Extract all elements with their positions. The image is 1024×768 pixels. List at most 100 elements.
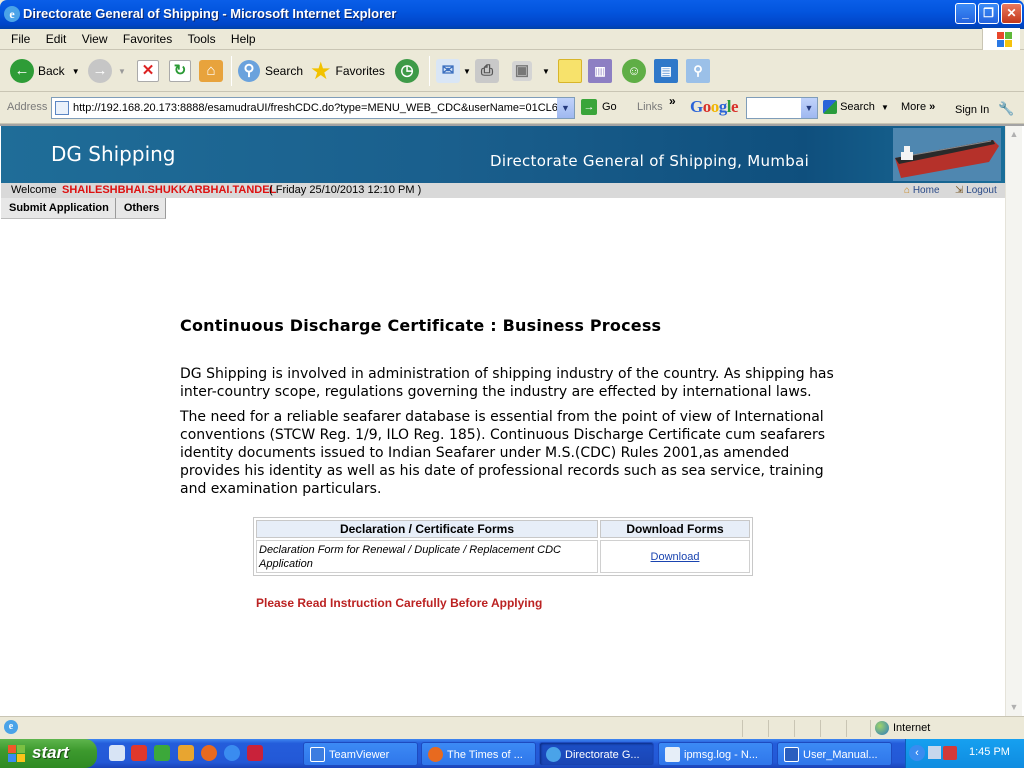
scroll-down-icon[interactable]: ▼ — [1006, 699, 1022, 716]
task-teamviewer[interactable]: TeamViewer — [303, 742, 418, 766]
refresh-button[interactable]: ↻ — [169, 58, 191, 84]
discuss-button[interactable] — [558, 58, 582, 84]
google-search-dropdown-arrow[interactable]: ▼ — [881, 103, 889, 112]
nav-others[interactable]: Others — [115, 198, 167, 219]
status-page-icon: e — [4, 720, 18, 734]
status-bar: e Internet — [0, 716, 1024, 739]
magnifier-icon: ⚲ — [686, 59, 710, 83]
start-button[interactable]: start — [0, 739, 97, 768]
page-viewport[interactable]: DG Shipping Directorate General of Shipp… — [0, 124, 1024, 716]
print-button[interactable]: ⎙ — [475, 58, 499, 84]
stop-button[interactable]: ✕ — [137, 58, 159, 84]
favorites-label: Favorites — [335, 64, 385, 78]
firefox-icon[interactable] — [201, 745, 217, 761]
show-desktop-icon[interactable] — [109, 745, 125, 761]
mail-dropdown-icon[interactable]: ▼ — [463, 67, 471, 76]
ship-image — [893, 128, 1001, 181]
google-logo: Google — [690, 97, 739, 116]
address-dropdown-icon[interactable]: ▼ — [557, 98, 574, 118]
favorites-button[interactable]: ★ Favorites — [310, 58, 385, 85]
research-icon: ▥ — [588, 59, 612, 83]
home-icon: ⌂ — [199, 60, 223, 82]
tray-expand-icon[interactable]: ‹ — [909, 745, 925, 761]
messenger-button[interactable]: ☺ — [622, 58, 646, 84]
address-input[interactable]: http://192.168.20.173:8888/esamudraUI/fr… — [51, 97, 575, 119]
logout-icon: ⇲ — [955, 185, 964, 196]
menu-view[interactable]: View — [76, 29, 114, 46]
google-search-button[interactable]: Search ▼ — [823, 100, 889, 114]
quicklaunch-app-icon[interactable] — [131, 745, 147, 761]
maximize-button[interactable]: ❐ — [978, 3, 999, 24]
search-button[interactable]: ⚲ Search — [238, 58, 303, 84]
home-link-icon: ⌂ — [904, 185, 911, 196]
wrench-icon[interactable]: 🔧 — [998, 101, 1014, 116]
download-link[interactable]: Download — [651, 551, 700, 563]
back-label: Back — [38, 64, 65, 78]
minimize-button[interactable]: _ — [955, 3, 976, 24]
home-link[interactable]: ⌂ Home — [904, 183, 940, 198]
media-button[interactable]: ▤ — [654, 58, 678, 84]
close-button[interactable]: ✕ — [1001, 3, 1022, 24]
forward-dropdown-icon[interactable]: ▼ — [118, 67, 126, 76]
window-titlebar[interactable]: e Directorate General of Shipping - Micr… — [0, 0, 1024, 29]
tray-app-icon[interactable] — [943, 746, 957, 760]
nav-submit-application[interactable]: Submit Application — [1, 198, 116, 219]
task-ipmsg-log[interactable]: ipmsg.log - N... — [658, 742, 773, 766]
vertical-scrollbar[interactable]: ▲ ▼ — [1005, 126, 1022, 716]
page-heading: Continuous Discharge Certificate : Busin… — [180, 316, 662, 335]
site-nav: Submit Application Others — [1, 198, 167, 219]
go-arrow-icon: → — [581, 99, 597, 115]
links-button[interactable]: Links — [637, 101, 663, 113]
network-icon[interactable] — [928, 746, 941, 759]
forward-button[interactable]: → ▼ — [88, 58, 126, 84]
back-button[interactable]: ← Back ▼ — [10, 58, 80, 84]
quicklaunch-app4-icon[interactable] — [247, 745, 263, 761]
page-icon — [55, 101, 69, 115]
menu-favorites[interactable]: Favorites — [117, 29, 178, 46]
menu-tools[interactable]: Tools — [182, 29, 222, 46]
ie-quicklaunch-icon[interactable] — [224, 745, 240, 761]
google-search-icon — [823, 100, 837, 114]
menu-edit[interactable]: Edit — [40, 29, 73, 46]
links-chevron-icon[interactable]: » — [669, 94, 676, 108]
edit-button[interactable]: ▣ ▼ — [512, 58, 550, 84]
google-search-input[interactable]: ▼ — [746, 97, 818, 119]
logout-label: Logout — [966, 185, 997, 196]
research-button[interactable]: ▥ — [588, 58, 612, 84]
refresh-icon: ↻ — [169, 60, 191, 82]
note-icon — [558, 59, 582, 83]
mail-button[interactable]: ✉ ▼ — [436, 58, 471, 84]
task-user-manual[interactable]: User_Manual... — [777, 742, 892, 766]
task-directorate[interactable]: Directorate G... — [539, 742, 654, 766]
go-button[interactable]: → Go — [581, 99, 617, 115]
logout-link[interactable]: ⇲ Logout — [955, 183, 997, 198]
google-more-button[interactable]: More » — [901, 101, 935, 113]
google-signin-button[interactable]: Sign In 🔧 — [955, 101, 1015, 117]
task-times-of-india[interactable]: The Times of ... — [421, 742, 536, 766]
history-icon: ◷ — [395, 59, 419, 83]
google-more-chevron-icon: » — [929, 101, 936, 113]
quicklaunch-app3-icon[interactable] — [178, 745, 194, 761]
standard-toolbar: ← Back ▼ → ▼ ✕ ↻ ⌂ ⚲ Search ★ Favorites … — [0, 50, 1024, 92]
address-url: http://192.168.20.173:8888/esamudraUI/fr… — [73, 102, 564, 114]
menu-help[interactable]: Help — [225, 29, 262, 46]
site-subtitle: Directorate General of Shipping, Mumbai — [490, 152, 810, 170]
google-search-dropdown-icon[interactable]: ▼ — [801, 98, 817, 118]
menu-file[interactable]: File — [5, 29, 36, 46]
address-bar: Address http://192.168.20.173:8888/esamu… — [0, 92, 1024, 124]
edit-dropdown-icon[interactable]: ▼ — [542, 67, 550, 76]
table-row: Declaration Form for Renewal / Duplicate… — [256, 540, 750, 573]
download-cell: Download — [600, 540, 750, 573]
task-label: TeamViewer — [329, 749, 390, 761]
windows-logo-icon — [982, 28, 1020, 50]
table-header-row: Declaration / Certificate Forms Download… — [256, 520, 750, 538]
task-label: Directorate G... — [565, 749, 640, 761]
scroll-up-icon[interactable]: ▲ — [1006, 126, 1022, 143]
zoom-button[interactable]: ⚲ — [686, 58, 710, 84]
form-name-cell: Declaration Form for Renewal / Duplicate… — [256, 540, 598, 573]
home-button[interactable]: ⌂ — [199, 58, 223, 84]
history-button[interactable]: ◷ — [395, 58, 419, 84]
mail-icon: ✉ — [436, 59, 460, 83]
back-dropdown-icon[interactable]: ▼ — [72, 67, 80, 76]
quicklaunch-app2-icon[interactable] — [154, 745, 170, 761]
